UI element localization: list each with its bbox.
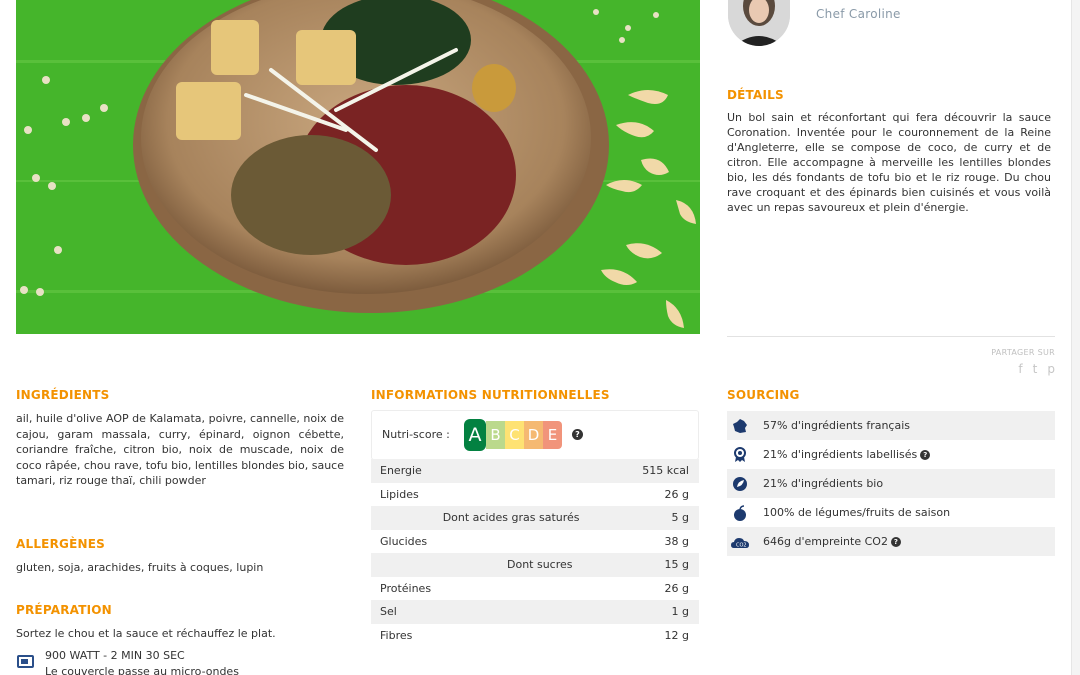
sourcing-text: 21% d'ingrédients bio (763, 477, 884, 490)
nutrition-label: Dont sucres (507, 558, 573, 572)
sourcing-text: 646g d'empreinte CO2 (763, 535, 888, 548)
recipe-photo (16, 0, 700, 334)
nutrition-label: Dont acides gras saturés (442, 511, 580, 525)
nutrition-table: Energie 515 kcal Lipides 26 g Dont acides gr… (371, 459, 699, 647)
france-map-icon (731, 417, 749, 435)
info-icon[interactable]: ? (920, 449, 931, 460)
nutriscore-e: E (543, 421, 562, 449)
sourcing-list: 57% d'ingrédients français 21% d'ingrédie… (727, 411, 1055, 556)
nutriscore-box: Nutri-score : ABCDE ? (371, 410, 699, 460)
co2-cloud-icon: CO2 (731, 533, 749, 551)
nutrition-row: Lipides 26 g (371, 483, 699, 507)
nutrition-label: Fibres (380, 628, 413, 642)
label-badge-icon (731, 446, 749, 464)
ingredients-text: ail, huile d'olive AOP de Kalamata, poiv… (16, 412, 344, 487)
nutrition-label: Sel (380, 605, 397, 619)
nutrition-row: Dont acides gras saturés 5 g (371, 506, 699, 530)
nutriscore-c: C (505, 421, 524, 449)
preparation-text: Sortez le chou et la sauce et réchauffez… (16, 627, 276, 640)
details-title: DÉTAILS (727, 88, 784, 102)
nutrition-row: Protéines 26 g (371, 577, 699, 601)
preparation-title: PRÉPARATION (16, 603, 112, 617)
sourcing-item: CO2 646g d'empreinte CO2? (727, 527, 1055, 556)
sourcing-item: 100% de légumes/fruits de saison (727, 498, 1055, 527)
nutrition-row: Energie 515 kcal (371, 459, 699, 483)
nutrition-row: Glucides 38 g (371, 530, 699, 554)
share-label: PARTAGER SUR (991, 348, 1055, 357)
details-text: Un bol sain et réconfortant qui fera déc… (727, 111, 1051, 214)
nutrition-value: 1 g (671, 605, 689, 619)
nutriscore-a: A (464, 419, 486, 451)
nutrition-value: 5 g (671, 511, 689, 525)
apple-icon (731, 504, 749, 522)
pinterest-icon[interactable]: p (1047, 362, 1055, 376)
nutrition-value: 15 g (664, 558, 689, 572)
ingredients-title: INGRÉDIENTS (16, 388, 110, 402)
microwave-icon (17, 655, 34, 668)
nutrition-label: Glucides (380, 534, 428, 548)
sourcing-item: 21% d'ingrédients bio (727, 469, 1055, 498)
nutrition-value: 12 g (664, 628, 689, 642)
info-icon[interactable]: ? (890, 536, 901, 547)
nutrition-value: 26 g (664, 487, 689, 501)
nutrition-row: Sel 1 g (371, 600, 699, 624)
facebook-icon[interactable]: f (1018, 362, 1022, 376)
nutrition-row: Fibres 12 g (371, 624, 699, 648)
nutrition-value: 26 g (664, 581, 689, 595)
nutrition-title: INFORMATIONS NUTRITIONNELLES (371, 388, 610, 402)
sourcing-item: 21% d'ingrédients labellisés? (727, 440, 1055, 469)
sourcing-text: 57% d'ingrédients français (763, 419, 911, 432)
nutriscore-b: B (486, 421, 505, 449)
divider (727, 336, 1055, 337)
scrollbar[interactable] (1071, 0, 1080, 675)
chef-avatar (728, 0, 790, 46)
nutrition-label: Protéines (380, 581, 432, 595)
nutriscore-scale: ABCDE (464, 419, 562, 451)
nutrition-row: Dont sucres 15 g (371, 553, 699, 577)
allergens-title: ALLERGÈNES (16, 537, 105, 551)
allergens-text: gluten, soja, arachides, fruits à coques… (16, 561, 264, 574)
microwave-instructions: 900 WATT - 2 MIN 30 SEC Le couvercle pas… (45, 648, 239, 675)
nutriscore-label: Nutri-score : (382, 428, 450, 441)
twitter-icon[interactable]: t (1033, 362, 1038, 376)
sourcing-title: SOURCING (727, 388, 800, 402)
nutriscore-help-icon[interactable]: ? (572, 429, 583, 440)
chef-name: Chef Caroline (816, 7, 901, 21)
organic-leaf-icon (731, 475, 749, 493)
svg-text:CO2: CO2 (736, 542, 747, 548)
microwave-note: Le couvercle passe au micro-ondes (45, 665, 239, 675)
share-icons: f t p (1018, 362, 1055, 376)
sourcing-item: 57% d'ingrédients français (727, 411, 1055, 440)
sourcing-text: 100% de légumes/fruits de saison (763, 506, 951, 519)
nutrition-label: Energie (380, 464, 422, 478)
sourcing-text: 21% d'ingrédients labellisés (763, 448, 918, 461)
nutrition-value: 38 g (664, 534, 689, 548)
nutrition-value: 515 kcal (642, 464, 689, 478)
nutrition-label: Lipides (380, 487, 419, 501)
microwave-power: 900 WATT - 2 MIN 30 SEC (45, 649, 185, 662)
nutriscore-d: D (524, 421, 543, 449)
